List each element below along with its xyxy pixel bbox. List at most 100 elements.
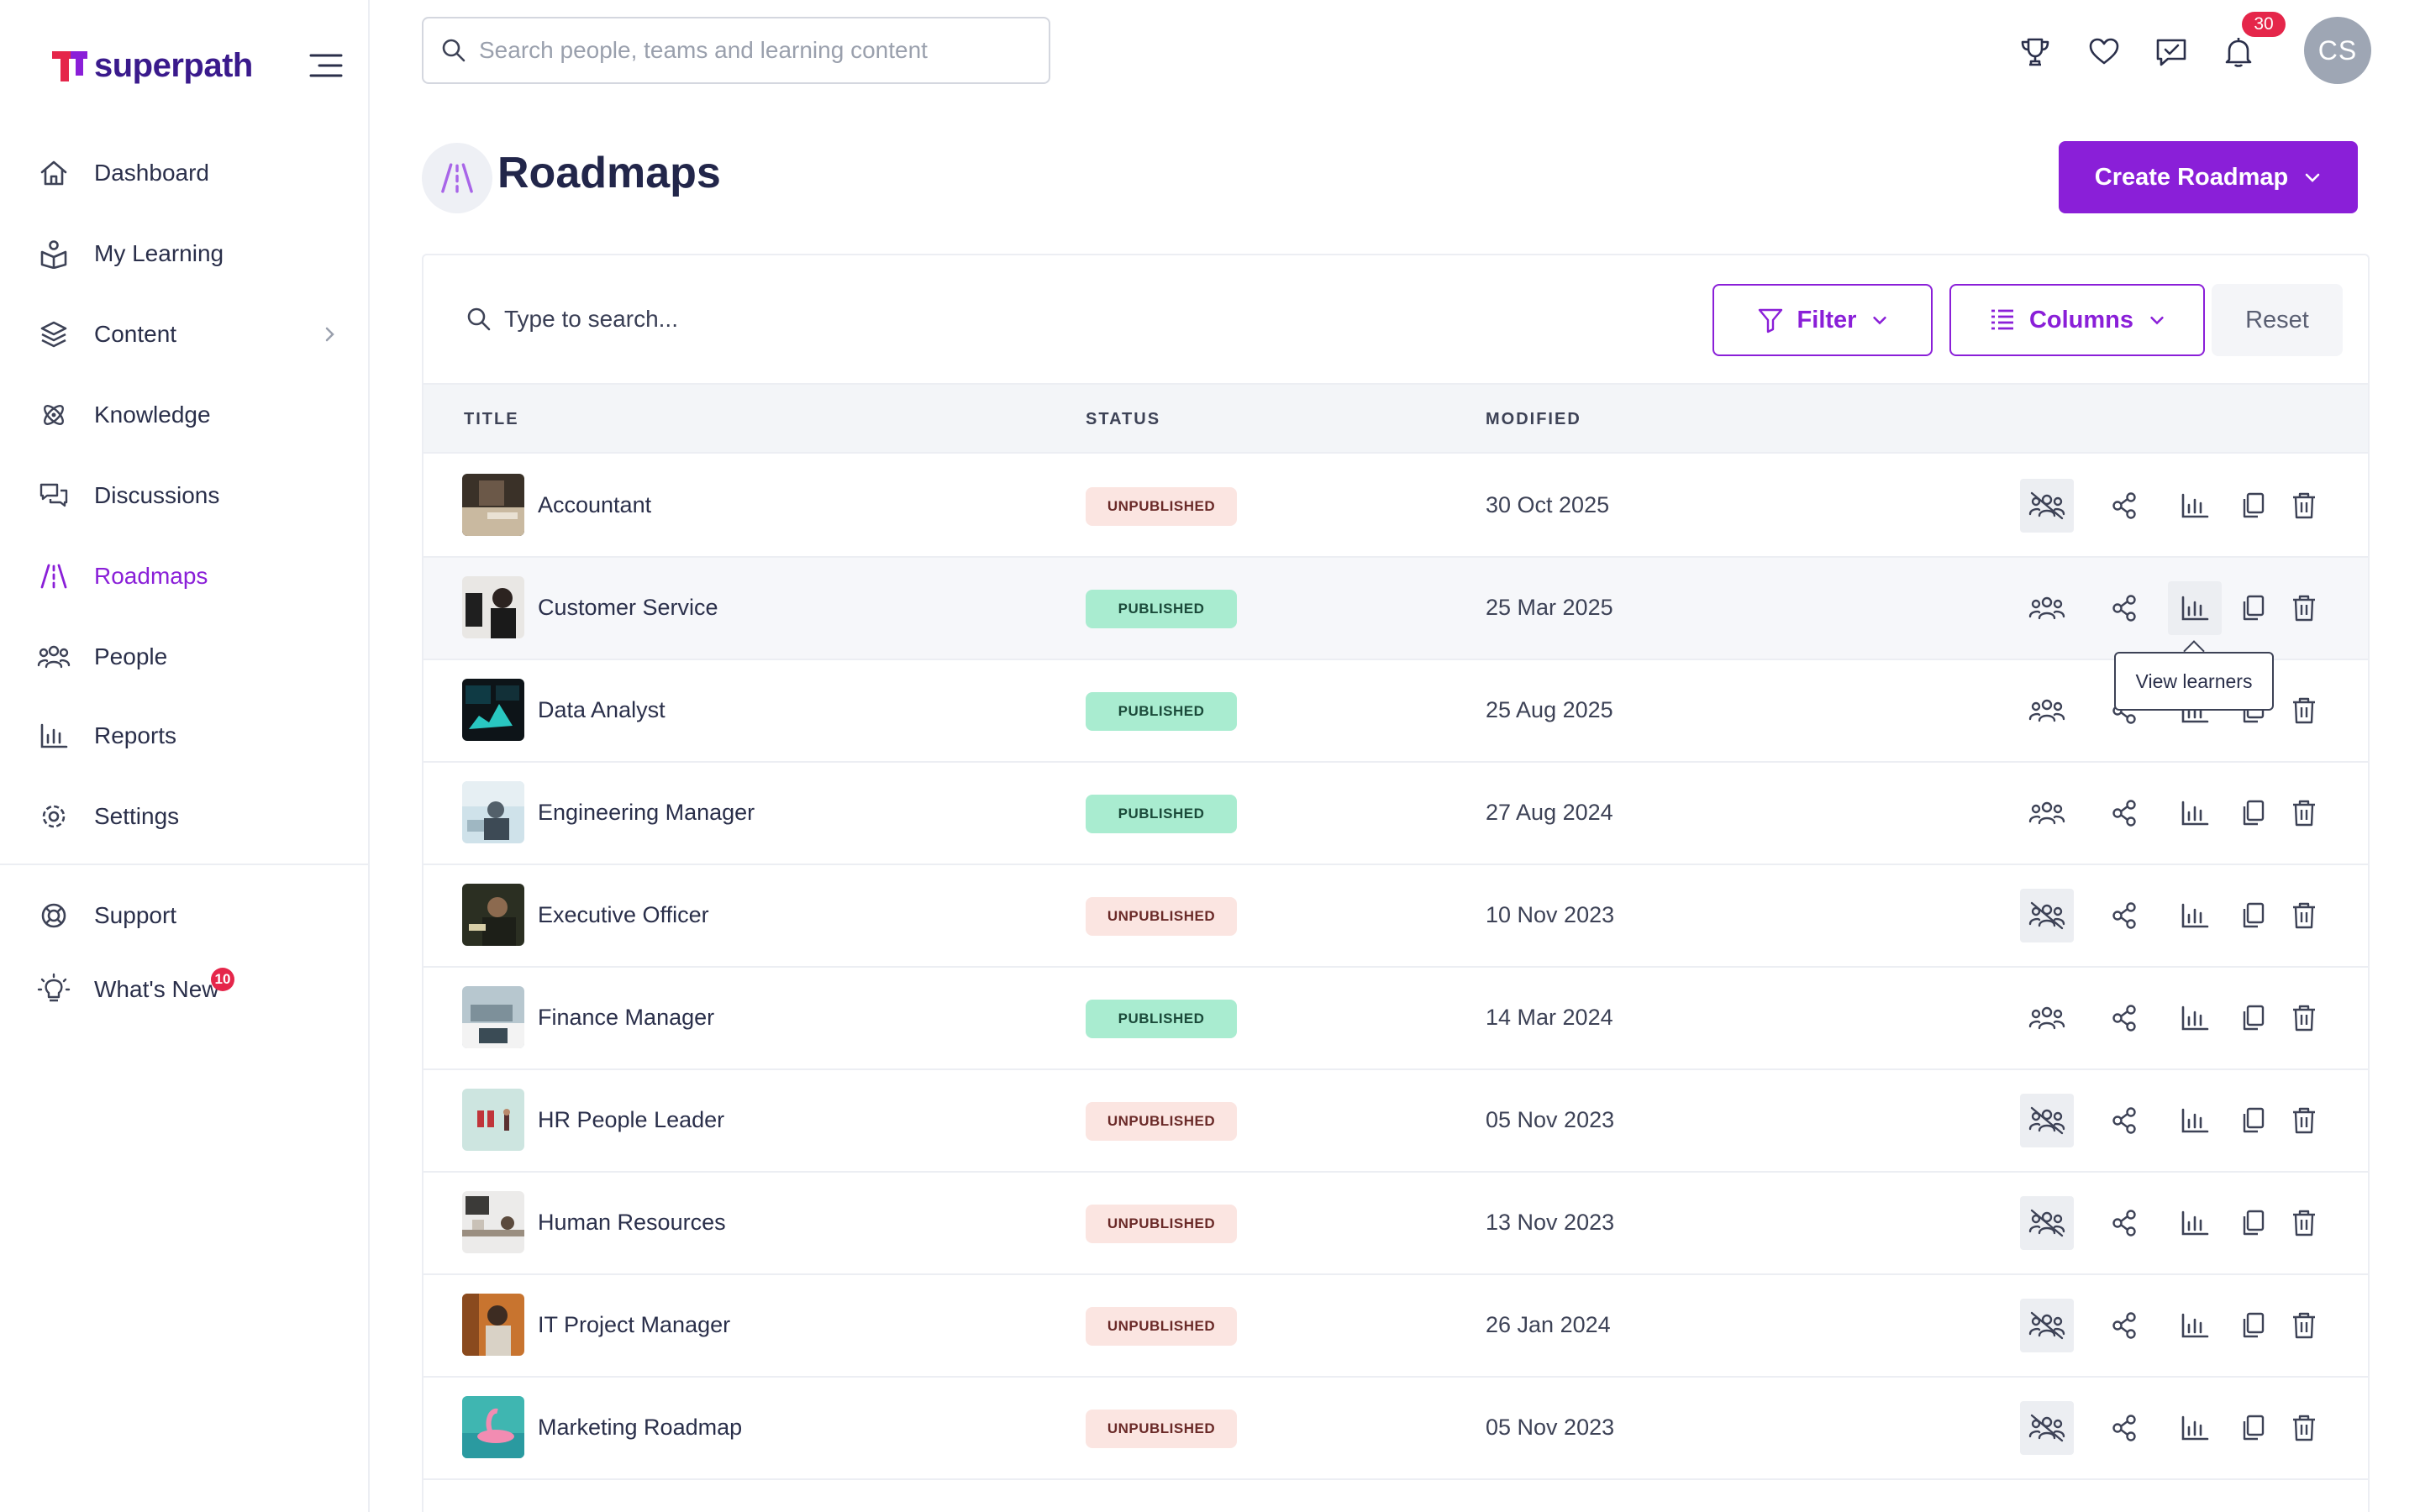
table-row[interactable]: Customer Service PUBLISHED 25 Mar 2025: [424, 558, 2368, 660]
avatar[interactable]: CS: [2304, 17, 2371, 84]
whats-new-badge: 10: [211, 968, 234, 991]
superpath-logo[interactable]: superpath: [50, 46, 253, 85]
sidebar-item-whats-new[interactable]: What's New: [37, 964, 339, 1015]
sidebar-item-label: Discussions: [94, 482, 220, 508]
duplicate-button[interactable]: [2227, 1094, 2281, 1147]
learners-button[interactable]: [2020, 479, 2074, 533]
filter-button[interactable]: Filter: [1712, 284, 1933, 356]
delete-button[interactable]: [2277, 684, 2331, 738]
duplicate-button[interactable]: [2227, 991, 2281, 1045]
roadmap-title[interactable]: Finance Manager: [538, 1005, 714, 1031]
view-learners-button[interactable]: [2168, 889, 2222, 942]
duplicate-button[interactable]: [2227, 1299, 2281, 1352]
learners-button[interactable]: [2020, 1196, 2074, 1250]
sidebar-item-support[interactable]: Support: [37, 890, 339, 941]
sidebar-item-reports[interactable]: Reports: [37, 711, 339, 761]
share-button[interactable]: [2097, 991, 2151, 1045]
view-learners-button[interactable]: [2168, 1196, 2222, 1250]
column-header-status[interactable]: STATUS: [1086, 410, 1160, 429]
create-roadmap-button[interactable]: Create Roadmap: [2059, 141, 2358, 213]
column-header-modified[interactable]: MODIFIED: [1486, 410, 1581, 429]
global-search-input[interactable]: [479, 37, 1034, 64]
share-button[interactable]: [2097, 1401, 2151, 1455]
duplicate-button[interactable]: [2227, 889, 2281, 942]
sidebar-item-dashboard[interactable]: Dashboard: [37, 148, 339, 198]
table-row[interactable]: HR People Leader UNPUBLISHED 05 Nov 2023: [424, 1070, 2368, 1173]
delete-button[interactable]: [2277, 1299, 2331, 1352]
learners-button[interactable]: [2020, 991, 2074, 1045]
view-learners-button[interactable]: [2168, 1094, 2222, 1147]
learners-button[interactable]: [2020, 786, 2074, 840]
delete-button[interactable]: [2277, 1094, 2331, 1147]
copy-icon: [2243, 492, 2265, 518]
learners-button[interactable]: [2020, 1299, 2074, 1352]
columns-button[interactable]: Columns: [1949, 284, 2205, 356]
learners-button[interactable]: [2020, 1094, 2074, 1147]
view-learners-button[interactable]: [2168, 581, 2222, 635]
roadmap-title[interactable]: Data Analyst: [538, 697, 666, 723]
sidebar-item-knowledge[interactable]: Knowledge: [37, 390, 339, 440]
table-row[interactable]: Data Analyst PUBLISHED 25 Aug 2025: [424, 660, 2368, 763]
table-row[interactable]: Human Resources UNPUBLISHED 13 Nov 2023: [424, 1173, 2368, 1275]
share-button[interactable]: [2097, 1196, 2151, 1250]
reset-button[interactable]: Reset: [2212, 284, 2343, 356]
delete-button[interactable]: [2277, 479, 2331, 533]
feedback-button[interactable]: [2153, 34, 2190, 71]
duplicate-button[interactable]: [2227, 1401, 2281, 1455]
roadmap-title[interactable]: Accountant: [538, 492, 651, 518]
learners-button[interactable]: [2020, 581, 2074, 635]
table-row[interactable]: Executive Officer UNPUBLISHED 10 Nov 2023: [424, 865, 2368, 968]
delete-button[interactable]: [2277, 991, 2331, 1045]
learners-button[interactable]: [2020, 1401, 2074, 1455]
roadmap-title[interactable]: Marketing Roadmap: [538, 1415, 742, 1441]
achievements-button[interactable]: [2017, 34, 2054, 71]
notifications-button[interactable]: [2220, 34, 2257, 71]
table-row[interactable]: Marketing Roadmap UNPUBLISHED 05 Nov 2023: [424, 1378, 2368, 1480]
sidebar-item-settings[interactable]: Settings: [37, 791, 339, 842]
delete-button[interactable]: [2277, 1401, 2331, 1455]
table-row[interactable]: Finance Manager PUBLISHED 14 Mar 2024: [424, 968, 2368, 1070]
sidebar-item-people[interactable]: People: [37, 632, 339, 682]
sidebar-item-my-learning[interactable]: My Learning: [37, 228, 339, 279]
table-row[interactable]: Accountant UNPUBLISHED 30 Oct 2025: [424, 455, 2368, 558]
sidebar-item-roadmaps[interactable]: Roadmaps: [37, 551, 339, 601]
share-button[interactable]: [2097, 889, 2151, 942]
delete-button[interactable]: [2277, 889, 2331, 942]
duplicate-button[interactable]: [2227, 581, 2281, 635]
share-button[interactable]: [2097, 581, 2151, 635]
learners-button[interactable]: [2020, 889, 2074, 942]
table-search-input[interactable]: [504, 306, 1008, 333]
table-row[interactable]: IT Project Manager UNPUBLISHED 26 Jan 2024: [424, 1275, 2368, 1378]
global-search[interactable]: [422, 17, 1050, 84]
view-learners-button[interactable]: [2168, 479, 2222, 533]
status-badge: UNPUBLISHED: [1086, 897, 1237, 936]
duplicate-button[interactable]: [2227, 786, 2281, 840]
learners-button[interactable]: [2020, 684, 2074, 738]
delete-button[interactable]: [2277, 581, 2331, 635]
roadmap-title[interactable]: Engineering Manager: [538, 800, 755, 826]
favorites-button[interactable]: [2086, 34, 2123, 71]
roadmap-title[interactable]: Customer Service: [538, 595, 718, 621]
share-button[interactable]: [2097, 1299, 2151, 1352]
column-header-title[interactable]: TITLE: [464, 410, 519, 429]
share-button[interactable]: [2097, 786, 2151, 840]
view-learners-button[interactable]: [2168, 786, 2222, 840]
delete-button[interactable]: [2277, 786, 2331, 840]
view-learners-button[interactable]: [2168, 1401, 2222, 1455]
duplicate-button[interactable]: [2227, 1196, 2281, 1250]
table-row[interactable]: Engineering Manager PUBLISHED 27 Aug 2024: [424, 763, 2368, 865]
share-button[interactable]: [2097, 1094, 2151, 1147]
view-learners-button[interactable]: [2168, 1299, 2222, 1352]
view-learners-button[interactable]: [2168, 991, 2222, 1045]
delete-button[interactable]: [2277, 1196, 2331, 1250]
table-search[interactable]: [466, 306, 1008, 333]
sidebar-item-content[interactable]: Content: [37, 309, 339, 360]
share-button[interactable]: [2097, 479, 2151, 533]
roadmap-title[interactable]: IT Project Manager: [538, 1312, 730, 1338]
duplicate-button[interactable]: [2227, 479, 2281, 533]
sidebar-item-discussions[interactable]: Discussions: [37, 470, 339, 521]
roadmap-title[interactable]: Human Resources: [538, 1210, 726, 1236]
roadmap-title[interactable]: HR People Leader: [538, 1107, 724, 1133]
menu-collapse-button[interactable]: [308, 50, 345, 81]
roadmap-title[interactable]: Executive Officer: [538, 902, 709, 928]
